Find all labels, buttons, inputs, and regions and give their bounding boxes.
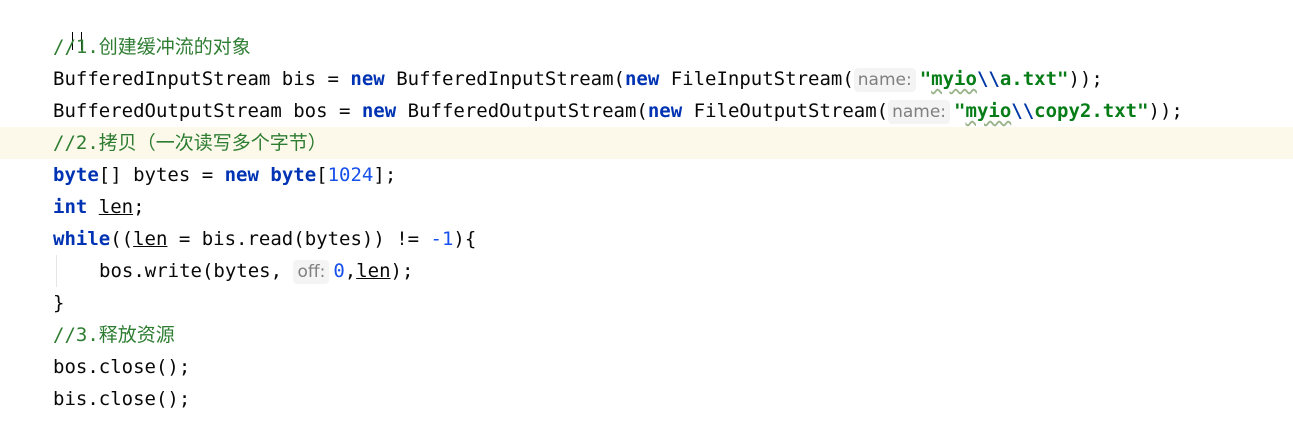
string-literal: "myio\\a.txt" bbox=[919, 68, 1069, 90]
code-text: bis.close(); bbox=[53, 388, 191, 410]
number-literal: -1 bbox=[430, 228, 454, 250]
param-hint: name: bbox=[888, 100, 951, 124]
punct: [ bbox=[316, 164, 328, 186]
indent-guide bbox=[56, 255, 57, 287]
constructor: FileOutputStream( bbox=[682, 100, 889, 122]
type-name: BufferedOutputStream bbox=[53, 100, 282, 122]
keyword-byte: byte bbox=[270, 164, 317, 186]
code-line-11[interactable]: bos.close(); bbox=[0, 351, 1293, 383]
punct: ){ bbox=[453, 228, 477, 250]
comment: //3.释放资源 bbox=[53, 324, 175, 346]
code-line-7[interactable]: while((len = bis.read(bytes)) != -1){ bbox=[0, 223, 1293, 255]
code-text: = bis.read(bytes)) != bbox=[167, 228, 431, 250]
code-line-6[interactable]: int len; bbox=[0, 191, 1293, 223]
keyword-new: new bbox=[350, 68, 385, 90]
code-line-4-current[interactable]: //2.拷贝（一次读写多个字节） bbox=[0, 127, 1293, 159]
keyword-new: new bbox=[224, 164, 259, 186]
punct: ); bbox=[390, 260, 414, 282]
code-line-2[interactable]: BufferedInputStream bis = new BufferedIn… bbox=[0, 63, 1293, 95]
closing-brace: } bbox=[53, 292, 65, 314]
variable-len: len bbox=[133, 228, 168, 250]
punct: )); bbox=[1068, 68, 1103, 90]
param-hint: off: bbox=[293, 260, 330, 284]
constructor: BufferedOutputStream( bbox=[396, 100, 648, 122]
code-line-8[interactable]: bos.write(bytes, off: 0,len); bbox=[0, 255, 1293, 287]
type-name: BufferedInputStream bbox=[53, 68, 271, 90]
code-line-10[interactable]: //3.释放资源 bbox=[0, 319, 1293, 351]
code-text: bos.write(bytes, bbox=[99, 260, 294, 282]
constructor: BufferedInputStream( bbox=[384, 68, 625, 90]
code-text: [] bytes = bbox=[98, 164, 225, 186]
code-line-12[interactable]: bis.close(); bbox=[0, 383, 1293, 415]
variable-len: len bbox=[98, 196, 134, 218]
var-decl: bos = bbox=[281, 100, 362, 122]
string-literal: "myio\\copy2.txt" bbox=[954, 100, 1149, 122]
keyword-new: new bbox=[647, 100, 683, 122]
keyword-byte: byte bbox=[53, 164, 99, 186]
punct: (( bbox=[110, 228, 134, 250]
constructor: FileInputStream( bbox=[659, 68, 854, 90]
code-text: bos.close(); bbox=[53, 356, 191, 378]
code-editor[interactable]: //1.创建缓冲流的对象 BufferedInputStream bis = n… bbox=[0, 0, 1293, 447]
keyword-new: new bbox=[361, 100, 397, 122]
keyword-int: int bbox=[53, 196, 88, 218]
comment: //1.创建缓冲流的对象 bbox=[53, 36, 251, 58]
code-line-9[interactable]: } bbox=[0, 287, 1293, 319]
punct: , bbox=[344, 260, 357, 282]
punct: ]; bbox=[373, 164, 397, 186]
keyword-new: new bbox=[624, 68, 660, 90]
punct: )); bbox=[1148, 100, 1183, 122]
variable-len: len bbox=[356, 260, 391, 282]
number-literal: 0 bbox=[333, 260, 345, 282]
code-line-1[interactable]: //1.创建缓冲流的对象 bbox=[0, 31, 1293, 63]
comment: //2.拷贝（一次读写多个字节） bbox=[53, 132, 327, 154]
code-line-5[interactable]: byte[] bytes = new byte[1024]; bbox=[0, 159, 1293, 191]
punct: ; bbox=[133, 196, 145, 218]
number-literal: 1024 bbox=[327, 164, 374, 186]
param-hint: name: bbox=[853, 68, 916, 92]
var-decl: bis = bbox=[270, 68, 351, 90]
code-line-3[interactable]: BufferedOutputStream bos = new BufferedO… bbox=[0, 95, 1293, 127]
keyword-while: while bbox=[53, 228, 111, 250]
